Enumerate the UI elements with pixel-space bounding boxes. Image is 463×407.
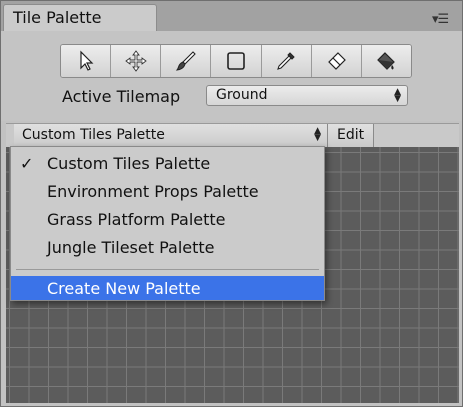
menu-item-grass-platform[interactable]: Grass Platform Palette xyxy=(11,207,324,231)
menu-item-label: Environment Props Palette xyxy=(47,182,259,201)
palette-select[interactable]: Custom Tiles Palette ▲ ▼ xyxy=(14,124,328,147)
menu-separator xyxy=(16,269,319,270)
fill-tool-button[interactable] xyxy=(361,45,411,77)
menu-item-label: Jungle Tileset Palette xyxy=(47,238,215,257)
erase-tool-button[interactable] xyxy=(311,45,362,77)
box-fill-tool-button[interactable] xyxy=(211,45,262,77)
tool-strip xyxy=(60,44,412,78)
select-arrows-icon: ▲ ▼ xyxy=(394,87,401,104)
menu-item-environment-props[interactable]: Environment Props Palette xyxy=(11,179,324,203)
tile-palette-window: Tile Palette ▾☰ Active Tilemap Ground ▲ … xyxy=(0,0,463,407)
select-tool-button[interactable] xyxy=(61,45,112,77)
menu-item-label: Custom Tiles Palette xyxy=(47,154,211,173)
menu-item-label: Create New Palette xyxy=(47,279,201,298)
palette-bar: Custom Tiles Palette ▲ ▼ Edit xyxy=(6,123,459,148)
palette-dropdown-menu: ✓ Custom Tiles Palette Environment Props… xyxy=(10,146,325,301)
picker-tool-button[interactable] xyxy=(261,45,312,77)
tile-palette-tab[interactable]: Tile Palette xyxy=(3,4,157,31)
menu-item-label: Grass Platform Palette xyxy=(47,210,226,229)
toolbar-area: Active Tilemap Ground ▲ ▼ xyxy=(1,31,462,121)
move-tool-button[interactable] xyxy=(111,45,162,77)
rectangle-icon xyxy=(227,52,245,70)
paint-tool-button[interactable] xyxy=(161,45,212,77)
active-tilemap-label: Active Tilemap xyxy=(62,87,181,106)
tab-title: Tile Palette xyxy=(13,8,102,27)
active-tilemap-value: Ground xyxy=(216,87,268,103)
title-bar: Tile Palette ▾☰ xyxy=(1,1,462,31)
menu-item-custom-tiles[interactable]: ✓ Custom Tiles Palette xyxy=(11,151,324,175)
check-mark-icon: ✓ xyxy=(20,154,34,173)
eraser-icon xyxy=(328,52,347,70)
edit-button[interactable]: Edit xyxy=(328,124,374,147)
menu-item-create-new-palette[interactable]: Create New Palette xyxy=(11,276,324,300)
window-menu-icon[interactable]: ▾☰ xyxy=(432,12,449,27)
eyedropper-icon xyxy=(277,52,295,70)
move-arrows-icon xyxy=(124,50,147,72)
select-arrows-icon: ▲ ▼ xyxy=(314,126,321,143)
palette-select-value: Custom Tiles Palette xyxy=(22,127,165,143)
arrow-cursor-icon xyxy=(79,50,94,71)
edit-label: Edit xyxy=(337,127,365,143)
active-tilemap-select[interactable]: Ground ▲ ▼ xyxy=(206,85,408,106)
menu-item-jungle-tileset[interactable]: Jungle Tileset Palette xyxy=(11,235,324,259)
brush-icon xyxy=(175,51,196,71)
paint-bucket-icon xyxy=(377,52,396,70)
